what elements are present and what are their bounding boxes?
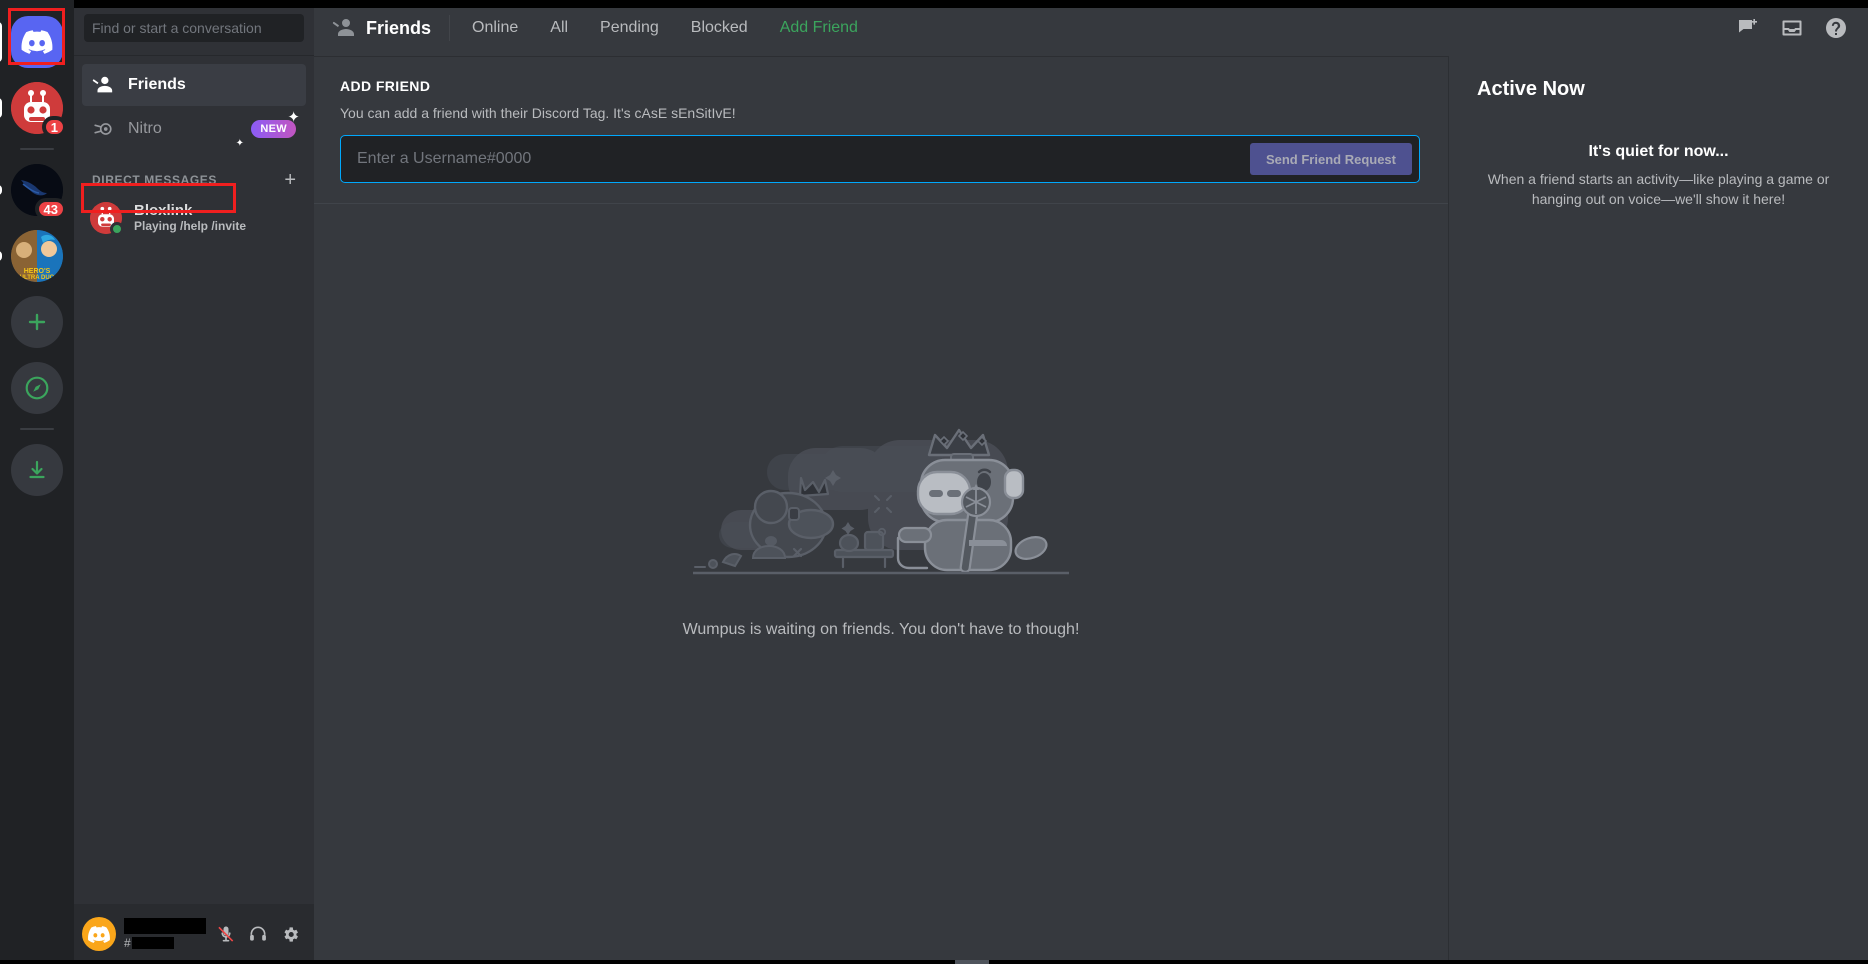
sparkle-icon: ✦ — [287, 109, 300, 126]
active-now-panel: Active Now It's quiet for now... When a … — [1448, 56, 1868, 964]
tab-blocked[interactable]: Blocked — [680, 14, 759, 42]
svg-text:HERO'S: HERO'S — [24, 268, 51, 275]
add-friend-panel: ADD FRIEND You can add a friend with the… — [314, 56, 1448, 204]
search-input[interactable]: Find or start a conversation — [84, 13, 304, 42]
server-button-home[interactable] — [0, 14, 65, 70]
active-pill — [0, 22, 2, 62]
add-friend-input[interactable] — [357, 150, 1250, 168]
dm-list-item-bloxlink[interactable]: Bloxlink Playing /help /invite — [82, 196, 306, 240]
divider — [449, 15, 451, 41]
send-friend-request-button[interactable]: Send Friend Request — [1249, 143, 1412, 175]
help-icon[interactable] — [1824, 16, 1848, 40]
tab-add-friend[interactable]: Add Friend — [769, 14, 869, 42]
server-button-anime[interactable]: HERO'S ULTRA DUO — [0, 228, 65, 284]
add-friend-description: You can add a friend with their Discord … — [340, 105, 736, 121]
empty-state-caption: Wumpus is waiting on friends. You don't … — [682, 620, 1080, 638]
direct-messages-label[interactable]: DIRECT MESSAGES — [92, 173, 217, 187]
center-column: ADD FRIEND You can add a friend with the… — [314, 56, 1448, 964]
avatar[interactable] — [82, 917, 116, 951]
avatar — [90, 202, 124, 236]
unread-pill — [0, 251, 2, 261]
create-dm-button[interactable]: + — [284, 170, 296, 190]
dm-item-text: Bloxlink Playing /help /invite — [134, 202, 246, 235]
discord-logo-icon — [11, 16, 63, 68]
main-column: Friends Online All Pending Blocked Add F… — [314, 0, 1868, 964]
deafen-button[interactable] — [242, 918, 274, 950]
server-button-bloxlink[interactable]: 1 — [0, 80, 67, 138]
discord-app-window: 1 43 HERO'S ULTRA DUO Find or start a co… — [0, 0, 1868, 964]
window-bottom-handle[interactable] — [955, 960, 989, 964]
discriminator-redacted — [131, 937, 174, 949]
rail-divider — [20, 148, 54, 150]
search-bar-container: Find or start a conversation — [74, 0, 314, 56]
sparkle-icon-small: ✦ — [235, 138, 244, 149]
user-settings-button[interactable] — [274, 918, 306, 950]
sidebar-item-nitro[interactable]: Nitro NEW ✦ ✦ — [82, 108, 306, 150]
friends-icon — [92, 74, 114, 96]
topbar-actions — [1736, 16, 1848, 40]
sidebar-item-label: Friends — [128, 76, 186, 93]
unread-pill — [0, 98, 2, 118]
status-badge-online — [110, 222, 124, 236]
compass-icon — [11, 362, 63, 414]
page-title: Friends — [366, 17, 432, 38]
server-rail: 1 43 HERO'S ULTRA DUO — [0, 0, 74, 964]
discriminator-row: # — [124, 936, 210, 950]
window-bottom-strip — [0, 960, 1868, 964]
nitro-icon — [92, 118, 114, 140]
server-badge-count: 1 — [41, 116, 67, 138]
server-button-kali[interactable]: 43 — [0, 162, 67, 220]
anime-avatar-icon: HERO'S ULTRA DUO — [11, 230, 63, 282]
sidebar-item-label: Nitro — [128, 120, 162, 137]
username-redacted — [124, 918, 206, 934]
tab-all[interactable]: All — [539, 14, 579, 42]
inbox-icon[interactable] — [1780, 16, 1804, 40]
active-now-empty-body: When a friend starts an activity—like pl… — [1487, 171, 1830, 207]
explore-servers-button[interactable] — [9, 360, 65, 416]
dm-sidebar: Find or start a conversation Friends Nit… — [74, 0, 314, 964]
wumpus-waiting-illustration — [691, 410, 1071, 585]
add-friend-input-container: Send Friend Request — [340, 135, 1420, 183]
top-bar: Friends Online All Pending Blocked Add F… — [314, 0, 1868, 56]
add-server-button[interactable] — [9, 294, 65, 350]
download-icon — [11, 444, 63, 496]
svg-text:ULTRA DUO: ULTRA DUO — [20, 275, 55, 281]
plus-icon — [11, 296, 63, 348]
sidebar-item-friends[interactable]: Friends — [82, 64, 306, 106]
dm-list-scroller[interactable]: Friends Nitro NEW ✦ ✦ DIRECT MESSAGES + — [74, 56, 314, 904]
user-panel: # — [74, 904, 314, 964]
content-row: ADD FRIEND You can add a friend with the… — [314, 56, 1868, 964]
rail-divider-2 — [20, 428, 54, 430]
unread-pill — [0, 185, 2, 195]
add-friend-heading: ADD FRIEND — [340, 78, 431, 94]
friends-header-icon — [332, 16, 356, 40]
tab-online[interactable]: Online — [461, 14, 529, 42]
new-group-dm-icon[interactable] — [1736, 16, 1760, 40]
dm-item-name: Bloxlink — [134, 201, 193, 219]
direct-messages-header: DIRECT MESSAGES + — [82, 152, 306, 196]
tab-pending[interactable]: Pending — [589, 14, 670, 42]
server-badge-count: 43 — [34, 198, 67, 220]
window-top-strip — [74, 0, 1868, 8]
friends-empty-state: Wumpus is waiting on friends. You don't … — [314, 204, 1448, 964]
dm-item-activity: Playing /help /invite — [134, 218, 247, 233]
hash-symbol: # — [124, 936, 131, 950]
user-identity[interactable]: # — [124, 918, 210, 950]
active-now-empty-title: It's quiet for now... — [1588, 143, 1729, 160]
active-now-title: Active Now — [1477, 78, 1585, 100]
download-apps-button[interactable] — [9, 442, 65, 498]
mute-button[interactable] — [210, 918, 242, 950]
